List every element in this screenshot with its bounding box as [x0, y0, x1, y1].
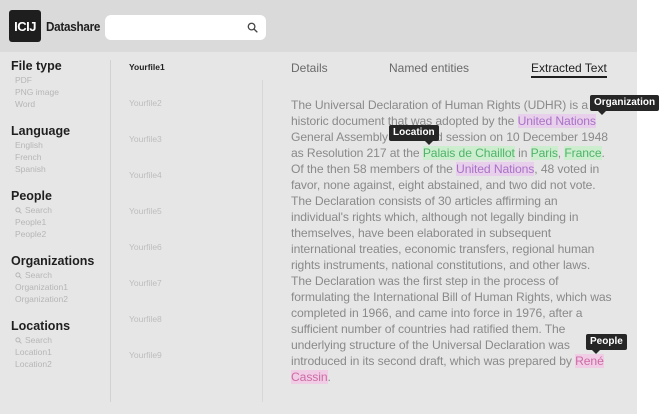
filter-option-word[interactable]: Word — [11, 99, 62, 111]
tooltip-label: Location — [393, 127, 435, 138]
entity-organization[interactable]: United Nations — [456, 162, 534, 176]
entity-location[interactable]: France — [564, 146, 602, 160]
tooltip-label: Organization — [594, 97, 656, 108]
filter-search-organizations[interactable]: Search — [11, 270, 94, 282]
filter-heading-organizations[interactable]: Organizations — [11, 254, 94, 270]
filter-option-people1[interactable]: People1 — [11, 217, 52, 229]
filter-search-people[interactable]: Search — [11, 205, 52, 217]
tooltip-people: People — [586, 334, 627, 354]
icij-logo: ICIJ — [9, 10, 41, 42]
file-item[interactable]: Yourfile4 — [129, 170, 162, 180]
search-input[interactable] — [105, 15, 266, 40]
filter-heading-people[interactable]: People — [11, 189, 52, 205]
filter-search-label: Search — [25, 335, 52, 345]
search-icon — [15, 207, 22, 215]
filter-option-organization2[interactable]: Organization2 — [11, 294, 94, 306]
tab-named-entities[interactable]: Named entities — [389, 61, 469, 75]
filter-option-spanish[interactable]: Spanish — [11, 164, 70, 176]
filter-locations: Locations Search Location1 Location2 — [11, 319, 70, 370]
entity-location[interactable]: Palais de Chaillot — [422, 146, 515, 160]
filter-file-type: File type PDF PNG image Word — [11, 59, 62, 110]
filter-search-locations[interactable]: Search — [11, 335, 70, 347]
tab-details[interactable]: Details — [291, 61, 328, 75]
search-icon — [15, 272, 22, 280]
file-item[interactable]: Yourfile2 — [129, 98, 162, 108]
tab-extracted-text[interactable]: Extracted Text — [531, 61, 607, 78]
filter-option-png[interactable]: PNG image — [11, 87, 62, 99]
filters-panel: File type PDF PNG image Word Language En… — [0, 52, 110, 402]
app-window: ICIJ Datashare File type PDF PNG image W… — [0, 0, 637, 414]
file-item[interactable]: Yourfile5 — [129, 206, 162, 216]
filter-option-english[interactable]: English — [11, 140, 70, 152]
file-item[interactable]: Yourfile7 — [129, 278, 162, 288]
entity-location[interactable]: Paris — [530, 146, 558, 160]
file-item[interactable]: Yourfile3 — [129, 134, 162, 144]
app-name: Datashare — [46, 19, 101, 34]
file-item[interactable]: Yourfile6 — [129, 242, 162, 252]
search-icon — [15, 337, 22, 345]
file-item[interactable]: Yourfile9 — [129, 350, 162, 360]
filter-language: Language English French Spanish — [11, 124, 70, 175]
filter-heading-locations[interactable]: Locations — [11, 319, 70, 335]
tooltip-location: Location — [389, 125, 439, 145]
file-item-active[interactable]: Yourfile1 — [129, 62, 165, 72]
filter-option-organization1[interactable]: Organization1 — [11, 282, 94, 294]
filter-heading-file-type[interactable]: File type — [11, 59, 62, 75]
tooltip-label: People — [590, 336, 623, 347]
filter-search-label: Search — [25, 205, 52, 215]
tooltip-arrow — [425, 141, 433, 145]
file-list: Yourfile1 Yourfile2 Yourfile3 Yourfile4 … — [111, 52, 261, 402]
filter-option-french[interactable]: French — [11, 152, 70, 164]
file-item[interactable]: Yourfile8 — [129, 314, 162, 324]
filter-option-location1[interactable]: Location1 — [11, 347, 70, 359]
filter-option-people2[interactable]: People2 — [11, 229, 52, 241]
top-bar: ICIJ Datashare — [0, 0, 637, 52]
tooltip-organization: Organization — [590, 95, 660, 115]
filter-heading-language[interactable]: Language — [11, 124, 70, 140]
tooltip-arrow — [598, 111, 606, 115]
filter-search-label: Search — [25, 270, 52, 280]
filter-organizations: Organizations Search Organization1 Organ… — [11, 254, 94, 305]
search-icon[interactable] — [247, 22, 258, 33]
text-segment: in — [514, 146, 531, 160]
tooltip-arrow — [592, 350, 600, 354]
filter-option-location2[interactable]: Location2 — [11, 359, 70, 371]
text-segment: . — [327, 370, 331, 384]
filter-people: People Search People1 People2 — [11, 189, 52, 240]
entity-organization[interactable]: United Nations — [517, 114, 596, 128]
file-list-divider — [262, 80, 263, 402]
text-segment: , 48 voted in favor, none against, eight… — [291, 162, 612, 368]
extracted-text: The Universal Declaration of Human Right… — [291, 97, 613, 385]
filter-option-pdf[interactable]: PDF — [11, 75, 62, 87]
